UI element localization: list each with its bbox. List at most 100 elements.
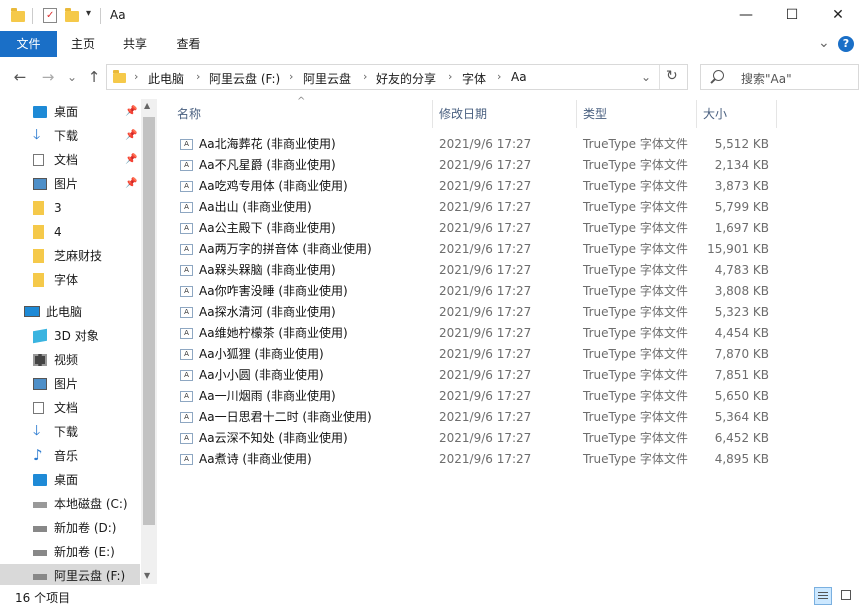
sidebar-item-label: 新加卷 (E:) <box>54 545 115 559</box>
table-row[interactable]: A Aa一日思君十二时 (非商业使用) 2021/9/6 17:27 TrueType… <box>160 407 860 428</box>
sidebar-item[interactable]: 桌面 📌 <box>0 100 140 124</box>
sidebar-item[interactable]: 文档 <box>0 396 140 420</box>
sidebar-item-label: 3D 对象 <box>54 329 99 343</box>
sidebar-item[interactable]: 桌面 <box>0 468 140 492</box>
table-row[interactable]: A Aa吃鸡专用体 (非商业使用) 2021/9/6 17:27 TrueType 字… <box>160 176 860 197</box>
sidebar-item[interactable]: 4 <box>0 220 140 244</box>
pin-icon[interactable]: 📌 <box>125 172 137 196</box>
file-date: 2021/9/6 17:27 <box>439 242 532 256</box>
scroll-down-arrow[interactable]: ▼ <box>144 571 150 580</box>
recent-locations-button[interactable]: ⌄ <box>61 66 83 88</box>
sidebar-item[interactable]: 图片 <box>0 372 140 396</box>
sidebar-item[interactable]: 新加卷 (D:) <box>0 516 140 540</box>
pin-icon[interactable]: 📌 <box>125 100 137 124</box>
table-row[interactable]: A Aa一川烟雨 (非商业使用) 2021/9/6 17:27 TrueType 字体… <box>160 386 860 407</box>
column-header-date[interactable]: 修改日期 <box>439 100 487 128</box>
back-button[interactable]: ← <box>9 66 31 88</box>
maximize-button[interactable]: ☐ <box>769 0 815 31</box>
pin-icon[interactable]: 📌 <box>125 124 137 148</box>
breadcrumb-drive[interactable]: 阿里云盘 (F:) <box>209 70 280 87</box>
sidebar-item[interactable]: 芝麻财技 <box>0 244 140 268</box>
details-view-button[interactable] <box>814 587 832 605</box>
ribbon-expand-icon[interactable]: ⌄ <box>818 35 830 51</box>
folder-icon <box>33 273 44 287</box>
breadcrumb-separator[interactable]: › <box>134 70 138 83</box>
address-dropdown-icon[interactable]: ⌄ <box>641 70 651 84</box>
close-button[interactable]: ✕ <box>815 0 861 31</box>
table-row[interactable]: A Aa云深不知处 (非商业使用) 2021/9/6 17:27 TrueType 字… <box>160 428 860 449</box>
breadcrumb-this-pc[interactable]: 此电脑 <box>148 70 184 87</box>
file-name: Aa小狐狸 (非商业使用) <box>199 347 324 361</box>
breadcrumb-separator[interactable]: › <box>497 70 501 83</box>
scrollbar-thumb[interactable] <box>143 117 155 525</box>
file-size: 4,895 KB <box>714 452 769 466</box>
up-button[interactable]: ↑ <box>83 66 105 88</box>
column-header-name[interactable]: 名称 <box>177 100 201 128</box>
help-icon[interactable]: ? <box>838 36 854 52</box>
table-row[interactable]: A Aa两万字的拼音体 (非商业使用) 2021/9/6 17:27 TrueType… <box>160 239 860 260</box>
breadcrumb-separator[interactable]: › <box>448 70 452 83</box>
breadcrumb-separator[interactable]: › <box>196 70 200 83</box>
table-row[interactable]: A Aa北海葬花 (非商业使用) 2021/9/6 17:27 TrueType 字体… <box>160 134 860 155</box>
table-row[interactable]: A Aa煮诗 (非商业使用) 2021/9/6 17:27 TrueType 字体文件… <box>160 449 860 470</box>
quick-access-toolbar-dropdown[interactable]: ▾ <box>86 8 91 19</box>
column-header-type[interactable]: 类型 <box>583 100 607 128</box>
tab-home[interactable]: 主页 <box>57 31 109 57</box>
breadcrumb-separator[interactable]: › <box>289 70 293 83</box>
sidebar-item[interactable]: 3D 对象 <box>0 324 140 348</box>
tab-share[interactable]: 共享 <box>109 31 161 57</box>
file-size: 15,901 KB <box>707 242 769 256</box>
sidebar-item[interactable]: 🡓 下载 📌 <box>0 124 140 148</box>
large-icons-view-button[interactable] <box>838 587 856 605</box>
forward-button[interactable]: → <box>37 66 59 88</box>
table-row[interactable]: A Aa公主殿下 (非商业使用) 2021/9/6 17:27 TrueType 字体… <box>160 218 860 239</box>
properties-icon[interactable]: ✓ <box>42 7 58 25</box>
sidebar-item[interactable]: 本地磁盘 (C:) <box>0 492 140 516</box>
document-icon <box>33 154 44 166</box>
new-folder-icon[interactable] <box>64 7 80 25</box>
table-row[interactable]: A Aa小狐狸 (非商业使用) 2021/9/6 17:27 TrueType 字体文… <box>160 344 860 365</box>
file-type: TrueType 字体文件 <box>583 179 688 193</box>
pictures-icon <box>33 178 47 190</box>
table-row[interactable]: A Aa出山 (非商业使用) 2021/9/6 17:27 TrueType 字体文件… <box>160 197 860 218</box>
file-size: 2,134 KB <box>714 158 769 172</box>
sidebar-item[interactable]: 🡓 下载 <box>0 420 140 444</box>
table-row[interactable]: A Aa你咋害没睡 (非商业使用) 2021/9/6 17:27 TrueType 字… <box>160 281 860 302</box>
column-divider[interactable] <box>696 100 697 128</box>
sidebar-item[interactable]: 视频 <box>0 348 140 372</box>
breadcrumb-separator[interactable]: › <box>363 70 367 83</box>
sidebar-item[interactable]: 图片 📌 <box>0 172 140 196</box>
table-row[interactable]: A Aa探水清河 (非商业使用) 2021/9/6 17:27 TrueType 字体… <box>160 302 860 323</box>
file-size: 5,323 KB <box>714 305 769 319</box>
sidebar-item[interactable]: 3 <box>0 196 140 220</box>
table-row[interactable]: A Aa不凡星爵 (非商业使用) 2021/9/6 17:27 TrueType 字体… <box>160 155 860 176</box>
breadcrumb-current[interactable]: Aa <box>511 70 527 84</box>
tab-view[interactable]: 查看 <box>161 31 216 57</box>
sidebar-item[interactable]: 文档 📌 <box>0 148 140 172</box>
pictures-icon <box>33 378 47 390</box>
tab-file[interactable]: 文件 <box>0 31 57 57</box>
breadcrumb-aliyun[interactable]: 阿里云盘 <box>303 70 351 87</box>
table-row[interactable]: A Aa槑头槑脑 (非商业使用) 2021/9/6 17:27 TrueType 字体… <box>160 260 860 281</box>
scroll-up-arrow[interactable]: ▲ <box>144 101 150 110</box>
sidebar-item[interactable]: 字体 <box>0 268 140 292</box>
column-header-size[interactable]: 大小 <box>703 100 727 128</box>
sidebar-item-this-pc[interactable]: 此电脑 <box>0 300 140 324</box>
minimize-button[interactable]: — <box>723 0 769 31</box>
computer-icon <box>24 306 40 317</box>
file-name: Aa维她柠檬茶 (非商业使用) <box>199 326 348 340</box>
column-divider[interactable] <box>776 100 777 128</box>
sidebar-item[interactable]: 新加卷 (E:) <box>0 540 140 564</box>
file-name: Aa小小圆 (非商业使用) <box>199 368 324 382</box>
sidebar-item-label: 字体 <box>54 273 79 287</box>
pin-icon[interactable]: 📌 <box>125 148 137 172</box>
column-divider[interactable] <box>576 100 577 128</box>
sidebar-item[interactable]: ♪ 音乐 <box>0 444 140 468</box>
table-row[interactable]: A Aa小小圆 (非商业使用) 2021/9/6 17:27 TrueType 字体文… <box>160 365 860 386</box>
breadcrumb-fonts[interactable]: 字体 <box>462 70 486 87</box>
breadcrumb-shares[interactable]: 好友的分享 <box>376 70 436 87</box>
refresh-icon[interactable]: ↻ <box>666 68 678 84</box>
table-row[interactable]: A Aa维她柠檬茶 (非商业使用) 2021/9/6 17:27 TrueType 字… <box>160 323 860 344</box>
column-divider[interactable] <box>432 100 433 128</box>
file-type: TrueType 字体文件 <box>583 137 688 151</box>
